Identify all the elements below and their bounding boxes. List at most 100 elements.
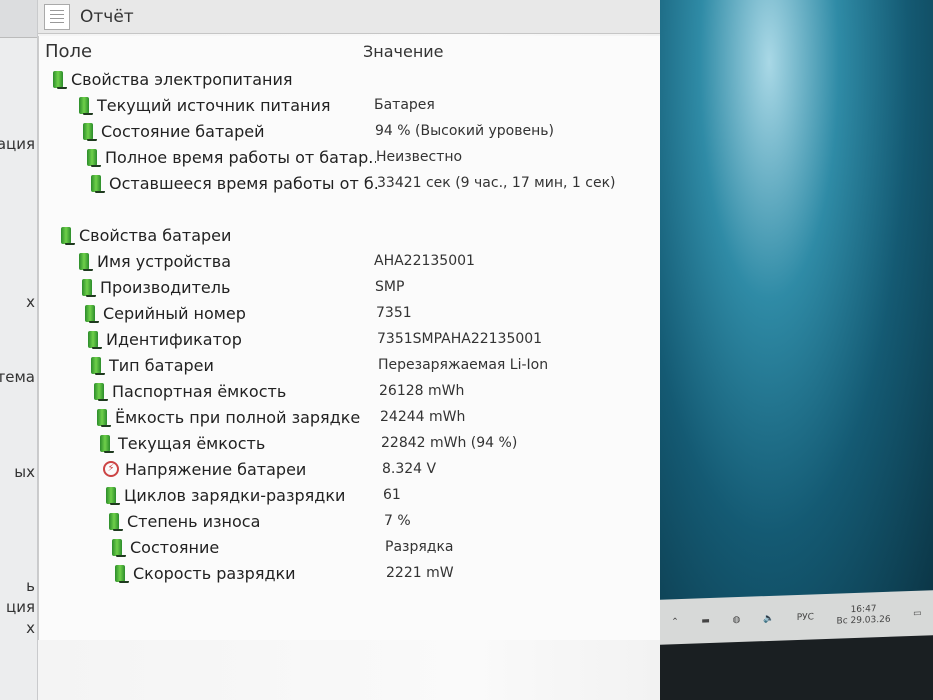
sidebar-item[interactable]: х [26, 293, 35, 311]
field-value: Перезаряжаемая Li-Ion [378, 357, 549, 373]
table-row[interactable]: Состояние Разрядка [39, 534, 660, 560]
field-label: Циклов зарядки-разрядки [124, 485, 346, 505]
table-row[interactable]: Идентификатор 7351SMPAHA22135001 [39, 326, 660, 352]
table-row[interactable]: Состояние батарей 94 % (Высокий уровень) [39, 118, 660, 144]
table-row[interactable]: Скорость разрядки 2221 mW [39, 560, 660, 586]
network-icon[interactable]: ◍ [733, 614, 741, 624]
field-value: 24244 mWh [380, 409, 466, 425]
sidebar-item[interactable]: ь [26, 577, 35, 595]
field-value: 33421 сек (9 час., 17 мин, 1 сек) [377, 175, 616, 191]
table-row[interactable]: Серийный номер 7351 [39, 300, 660, 326]
field-label: Идентификатор [106, 329, 242, 349]
battery-icon [53, 70, 67, 89]
section-header[interactable]: Свойства электропитания [39, 66, 660, 92]
battery-icon [91, 356, 105, 375]
battery-icon [85, 304, 99, 323]
report-table: Поле Значение Свойства электропитания Тек… [38, 36, 660, 640]
field-label: Полное время работы от батар... [105, 147, 376, 167]
sidebar-item[interactable]: ция [6, 598, 35, 616]
field-label: Серийный номер [103, 303, 246, 323]
sidebar-item[interactable]: мация [0, 135, 35, 153]
field-value: 2221 mW [386, 565, 454, 581]
table-row[interactable]: Тип батареи Перезаряжаемая Li-Ion [39, 352, 660, 378]
battery-icon [106, 486, 120, 505]
sidebar-item[interactable]: ых [14, 463, 35, 481]
language-indicator[interactable]: РУС [797, 612, 814, 623]
field-label: Производитель [100, 277, 231, 297]
battery-icon [91, 174, 105, 193]
window-title: Отчёт [80, 6, 134, 27]
battery-icon [83, 122, 97, 141]
title-bar: Отчёт [38, 0, 660, 34]
battery-icon [79, 96, 93, 115]
volume-icon[interactable]: 🔈 [763, 613, 774, 623]
field-label: Текущая ёмкость [118, 433, 266, 453]
field-label: Имя устройства [97, 251, 232, 271]
field-value: Неизвестно [376, 149, 463, 165]
sidebar: мация х стема ых ь ция х [0, 0, 38, 700]
field-label: Напряжение батареи [125, 459, 307, 479]
table-row[interactable]: Степень износа 7 % [39, 508, 660, 534]
field-value: 26128 mWh [379, 383, 465, 399]
battery-icon [82, 278, 96, 297]
field-value: 22842 mWh (94 %) [381, 435, 518, 451]
battery-icon [115, 564, 129, 583]
field-value: 94 % (Высокий уровень) [375, 123, 554, 139]
section-title: Свойства батареи [79, 225, 232, 245]
battery-icon [97, 408, 111, 427]
field-value: 61 [383, 487, 401, 503]
battery-icon [88, 330, 102, 349]
table-row[interactable]: Имя устройства AHA22135001 [39, 248, 660, 274]
document-icon [44, 3, 70, 30]
table-row[interactable]: Циклов зарядки-разрядки 61 [39, 482, 660, 508]
table-row[interactable]: Оставшееся время работы от б... 33421 сек… [39, 170, 660, 196]
clock-time: 16:47 [850, 603, 877, 615]
column-header-field[interactable]: Поле [39, 41, 363, 62]
table-row[interactable]: Производитель SMP [39, 274, 660, 300]
battery-icon [100, 434, 114, 453]
battery-icon [109, 512, 123, 531]
field-label: Оставшееся время работы от б... [109, 173, 377, 193]
field-value: AHA22135001 [374, 253, 475, 269]
field-value: SMP [375, 279, 405, 295]
battery-icon [61, 226, 75, 245]
field-label: Состояние [130, 537, 220, 557]
clock-date: Вс 29.03.26 [836, 614, 891, 627]
taskbar: ⌃ ▬ ◍ 🔈 РУС 16:47 Вс 29.03.26 ▭ [660, 590, 933, 645]
table-row[interactable]: Ёмкость при полной зарядке 24244 mWh [39, 404, 660, 430]
battery-icon [87, 148, 101, 167]
section-header[interactable]: Свойства батареи [39, 222, 660, 248]
chevron-up-icon[interactable]: ⌃ [671, 617, 679, 627]
table-row[interactable]: Текущая ёмкость 22842 mWh (94 %) [39, 430, 660, 456]
desktop-wallpaper [660, 0, 933, 620]
table-row[interactable]: Полное время работы от батар... Неизвестн… [39, 144, 660, 170]
battery-icon[interactable]: ▬ [701, 616, 710, 626]
field-label: Состояние батарей [101, 121, 265, 141]
field-value: Батарея [374, 97, 435, 113]
battery-icon [94, 382, 108, 401]
section-title: Свойства электропитания [71, 69, 293, 89]
clock[interactable]: 16:47 Вс 29.03.26 [837, 603, 891, 627]
field-label: Текущий источник питания [97, 95, 331, 115]
field-value: 7351 [376, 305, 412, 321]
notification-icon[interactable]: ▭ [913, 608, 922, 618]
field-label: Тип батареи [109, 355, 214, 375]
table-header: Поле Значение [39, 36, 660, 66]
sidebar-item[interactable]: х [26, 619, 35, 637]
field-value: 7 % [384, 513, 411, 529]
sidebar-item[interactable]: стема [0, 368, 35, 386]
table-row[interactable]: ⚡ Напряжение батареи 8.324 V [39, 456, 660, 482]
table-row[interactable]: Паспортная ёмкость 26128 mWh [39, 378, 660, 404]
field-label: Ёмкость при полной зарядке [115, 407, 361, 427]
battery-icon [112, 538, 126, 557]
report-window: Отчёт Поле Значение Свойства электропита… [38, 0, 660, 700]
table-row[interactable]: Текущий источник питания Батарея [39, 92, 660, 118]
column-header-value[interactable]: Значение [363, 42, 444, 61]
field-value: 7351SMPAHA22135001 [377, 331, 543, 347]
field-label: Скорость разрядки [133, 563, 296, 583]
battery-icon [79, 252, 93, 271]
voltage-icon: ⚡ [103, 461, 119, 477]
sidebar-header [0, 0, 37, 38]
field-value: 8.324 V [382, 461, 437, 477]
